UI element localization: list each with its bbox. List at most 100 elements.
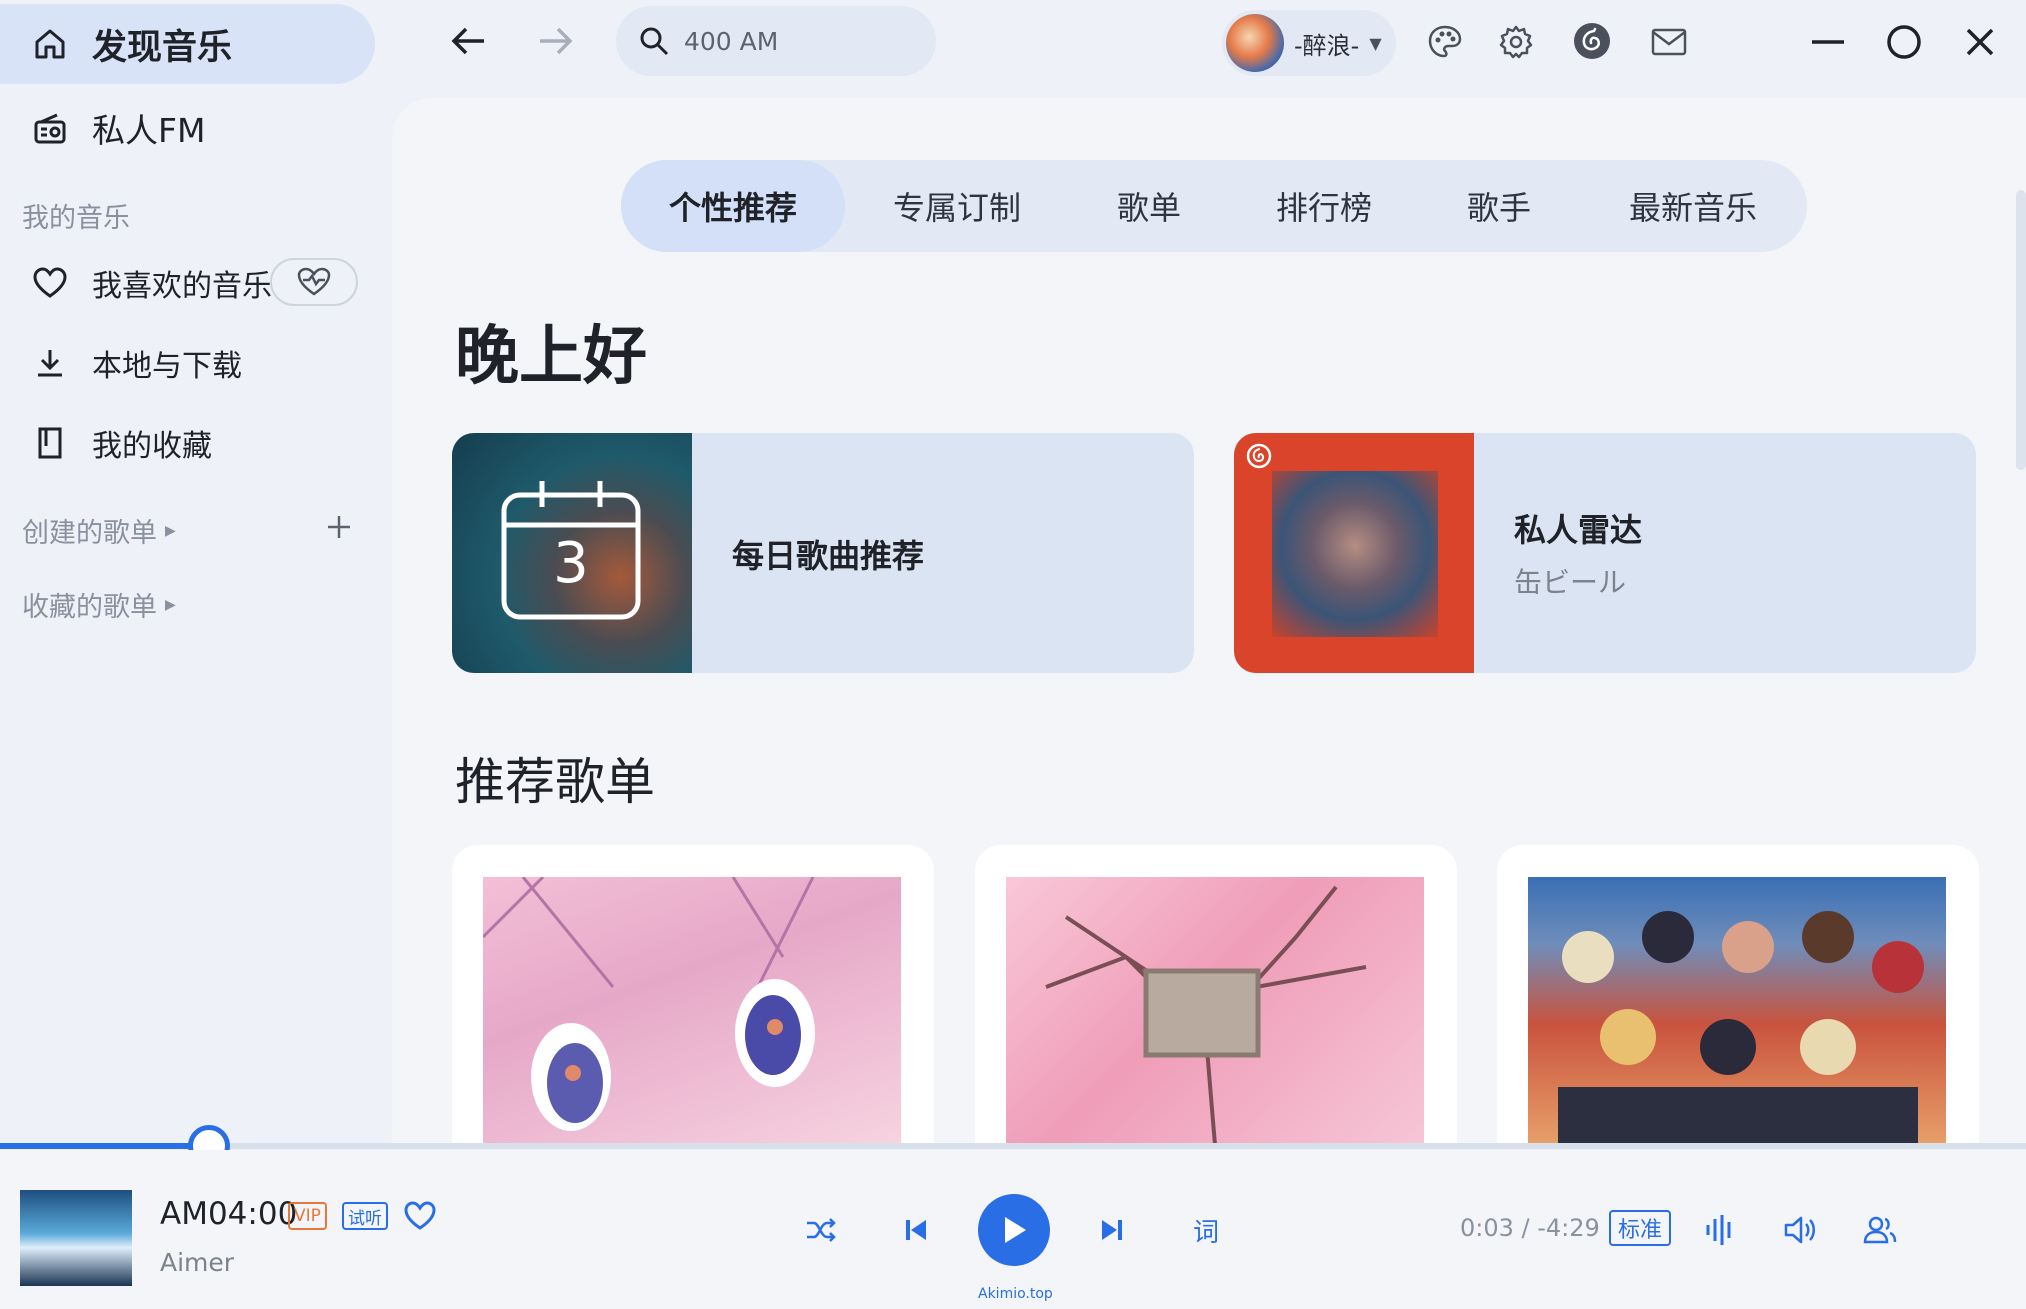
playlist-card[interactable] [452,845,934,1145]
sidebar-item-fm[interactable]: 私人FM [0,88,205,168]
sidebar-item-local[interactable]: 本地与下载 [0,323,242,403]
my-music-header: 我的音乐 [22,203,130,234]
radar-subtitle: 缶ビール [1514,566,1627,599]
theme-button[interactable] [1422,20,1468,64]
add-playlist-button[interactable] [322,510,356,544]
tab-bar: 个性推荐 专属订制 歌单 排行榜 歌手 最新音乐 [621,160,1807,252]
shuffle-button[interactable] [800,1210,842,1250]
home-icon [28,22,72,66]
shuffle-icon [807,1218,836,1242]
album-art[interactable] [20,1190,132,1286]
sidebar-item-label: 发现音乐 [92,27,233,68]
player-bar: AM04:00 VIP 试听 Aimer Akimio.top 词 0:03 /… [0,1150,2026,1309]
next-button[interactable] [1092,1210,1132,1250]
volume-icon [1784,1216,1815,1244]
sidebar-item-collection[interactable]: 我的收藏 [0,403,212,483]
avatar [1226,14,1284,72]
sidebar-item-label: 我喜欢的音乐 [92,269,272,304]
back-button[interactable] [446,18,492,64]
netease-logo-icon [1246,443,1272,469]
heart-icon [28,261,72,305]
playlist-card[interactable] [1497,845,1979,1145]
tab-new-music[interactable]: 最新音乐 [1579,160,1807,252]
bookmark-icon [28,421,72,465]
tab-exclusive[interactable]: 专属订制 [845,160,1069,252]
greeting: 晚上好 [455,320,647,394]
plus-icon [328,516,350,538]
arrow-left-icon [451,27,484,55]
vip-badge: VIP [288,1202,327,1230]
chevron-down-icon: ▼ [1369,33,1382,53]
netease-logo-icon [1574,23,1610,59]
gear-icon [1499,25,1533,59]
radar-cover [1234,433,1474,673]
playlist-card[interactable] [975,845,1457,1145]
settings-button[interactable] [1493,20,1539,64]
listen-together-button[interactable] [1858,1208,1902,1252]
collected-playlists-toggle[interactable]: 收藏的歌单 ▶ [22,585,176,624]
download-icon [28,341,72,385]
radar-album-art [1272,471,1438,637]
recommended-playlists-title: 推荐歌单 [455,753,655,811]
sound-effect-button[interactable] [1700,1208,1740,1252]
daily-recommend-card[interactable]: 3 每日歌曲推荐 [452,433,1194,673]
close-icon [1966,28,1994,56]
palette-icon [1428,25,1462,58]
search-input[interactable]: 400 AM [616,6,936,76]
username: -醉浪- [1294,31,1360,60]
mail-icon [1651,28,1687,56]
close-button[interactable] [1958,20,2002,64]
play-button[interactable] [978,1194,1050,1266]
play-icon [1005,1217,1026,1243]
heart-mode-button[interactable] [270,258,358,306]
collected-playlists-label: 收藏的歌单 [22,592,157,623]
users-icon [1863,1216,1897,1244]
tab-personal[interactable]: 个性推荐 [621,160,845,252]
tab-artists[interactable]: 歌手 [1419,160,1579,252]
scrollbar[interactable] [2016,190,2026,470]
skip-back-icon [906,1220,926,1240]
progress-bar[interactable] [0,1143,2026,1149]
daily-cover: 3 [452,433,692,673]
calendar-day: 3 [553,531,589,596]
minimize-button[interactable] [1806,22,1850,62]
forward-button[interactable] [532,18,578,64]
created-playlists-toggle[interactable]: 创建的歌单 ▶ [22,511,176,550]
arrow-right-icon [540,27,573,55]
netease-button[interactable] [1569,18,1615,64]
previous-button[interactable] [896,1210,936,1250]
sidebar-item-label: 本地与下载 [92,349,242,384]
lyrics-button[interactable]: 词 [1193,1212,1219,1249]
radar-card[interactable]: 私人雷达 缶ビール [1234,433,1976,673]
circle-maximize-icon [1887,25,1921,59]
caret-right-icon: ▶ [165,596,176,613]
waveform-icon [1706,1215,1731,1245]
sidebar-item-discover[interactable]: 发现音乐 [0,4,375,84]
like-song-button[interactable] [400,1196,440,1236]
heartbeat-icon [297,267,331,296]
sidebar-item-liked[interactable]: 我喜欢的音乐 [0,243,272,323]
progress-fill [0,1143,208,1149]
playlist-cover [1006,877,1424,1145]
song-title: AM04:00 [160,1196,298,1232]
user-menu[interactable]: -醉浪- ▼ [1222,10,1396,76]
skip-forward-icon [1102,1220,1122,1240]
created-playlists-label: 创建的歌单 [22,518,157,549]
artist-name[interactable]: Aimer [160,1248,234,1277]
sidebar-item-label: 私人FM [92,111,206,150]
watermark: Akimio.top [978,1286,1053,1302]
messages-button[interactable] [1646,20,1692,64]
quality-button[interactable]: 标准 [1609,1210,1671,1246]
maximize-button[interactable] [1882,20,1926,64]
tab-playlists[interactable]: 歌单 [1069,160,1229,252]
heart-icon [404,1201,436,1230]
radio-icon [28,106,72,150]
sidebar: 发现音乐 私人FM 我的音乐 我喜欢的音乐 本地与下载 我的收藏 创建的歌单 ▶… [0,0,390,1145]
playlist-cover [1528,877,1946,1145]
playlist-cover [483,877,901,1145]
trial-badge: 试听 [342,1202,388,1230]
volume-button[interactable] [1778,1208,1822,1252]
caret-right-icon: ▶ [165,522,176,539]
search-text: 400 AM [684,26,779,56]
tab-charts[interactable]: 排行榜 [1229,160,1419,252]
